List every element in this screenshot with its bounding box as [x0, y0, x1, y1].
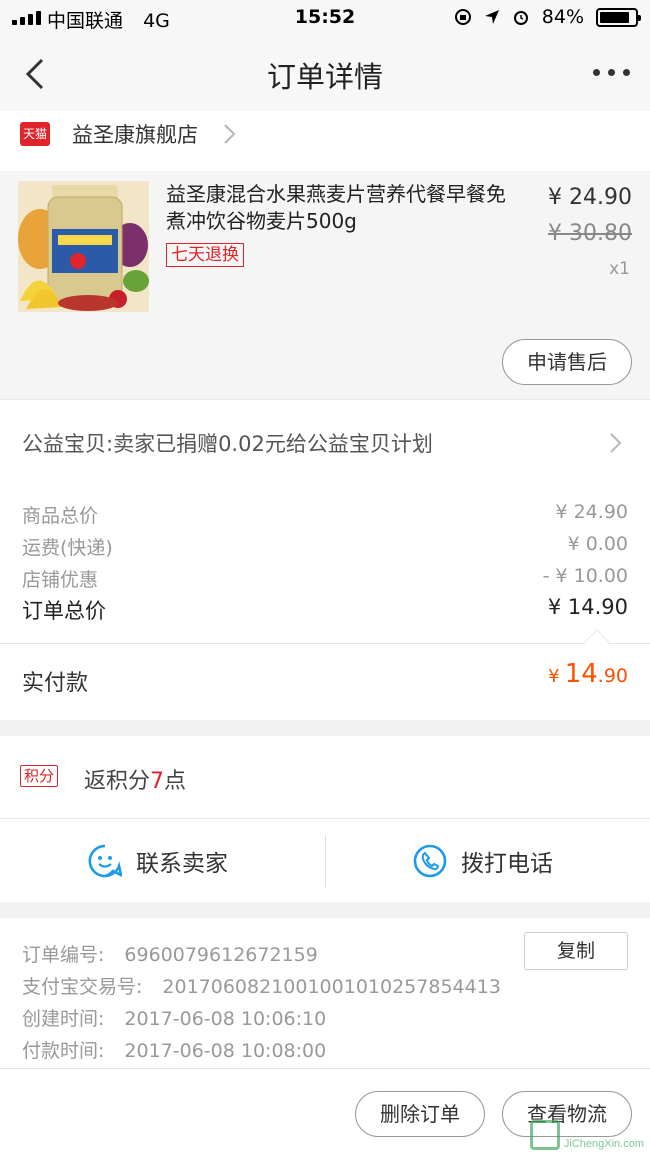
- points-suffix: 点: [164, 769, 187, 794]
- oatmeal-jar-picture: [18, 181, 149, 312]
- paid-decimal: .90: [597, 665, 628, 687]
- battery-percent: 84%: [541, 6, 584, 28]
- order-number-row: 订单编号: 6960079612672159: [22, 940, 318, 967]
- alipay-number-value: 2017060821001001010257854413: [162, 976, 501, 998]
- discount-value: - ¥ 10.00: [542, 565, 628, 587]
- bottom-action-bar: 删除订单 查看物流 JiChengXin.com: [0, 1068, 650, 1156]
- delete-order-button[interactable]: 删除订单: [355, 1091, 485, 1137]
- product-price: ¥ 24.90: [548, 185, 632, 210]
- points-prefix: 返积分: [84, 769, 151, 794]
- order-number-value: 6960079612672159: [124, 944, 318, 966]
- subtotal-value: ¥ 24.90: [555, 501, 628, 523]
- points-count: 7: [150, 769, 165, 794]
- chevron-right-icon: [610, 433, 622, 453]
- paid-amount: ¥ 14.90: [548, 659, 628, 689]
- created-time-row: 创建时间: 2017-06-08 10:06:10: [22, 1004, 326, 1031]
- location-icon: [484, 10, 499, 24]
- copy-button[interactable]: 复制: [524, 932, 628, 970]
- watermark-logo-icon: [529, 1120, 560, 1150]
- product-original-price: ¥ 30.80: [548, 221, 632, 246]
- battery-level: [600, 11, 629, 23]
- order-info: 订单编号: 6960079612672159 复制 支付宝交易号: 20170608…: [0, 918, 650, 1068]
- created-time-label: 创建时间:: [22, 1008, 105, 1030]
- divider-notch: [584, 629, 610, 655]
- phone-icon: [413, 844, 447, 878]
- alarm-icon: [513, 11, 528, 25]
- chevron-right-icon: [224, 124, 236, 144]
- page-title: 订单详情: [266, 60, 383, 94]
- summary-row-shipping: 运费(快递) ¥ 0.00: [22, 533, 628, 560]
- product-title: 益圣康混合水果燕麦片营养代餐早餐免煮冲饮谷物麦片500g: [166, 182, 506, 233]
- order-number-label: 订单编号:: [22, 944, 105, 966]
- return-policy-tag: 七天退换: [166, 243, 244, 267]
- contact-seller-button[interactable]: 联系卖家: [88, 819, 228, 903]
- paid-integer: 14: [564, 659, 598, 689]
- paid-time-value: 2017-06-08 10:08:00: [124, 1040, 327, 1062]
- contact-seller-label: 联系卖家: [136, 851, 228, 877]
- paid-label: 实付款: [22, 671, 89, 696]
- charity-text: 公益宝贝:卖家已捐赠0.02元给公益宝贝计划: [22, 432, 433, 456]
- product-image[interactable]: [18, 181, 149, 312]
- alipay-number-label: 支付宝交易号:: [22, 976, 143, 998]
- summary-row-total: 订单总价 ¥ 14.90: [22, 595, 628, 625]
- summary-row-subtotal: 商品总价 ¥ 24.90: [22, 501, 628, 528]
- created-time-value: 2017-06-08 10:06:10: [124, 1008, 327, 1030]
- shipping-label: 运费(快递): [22, 537, 113, 559]
- subtotal-label: 商品总价: [22, 505, 99, 527]
- shop-row[interactable]: 天猫 益圣康旗舰店: [0, 111, 650, 171]
- price-summary: 商品总价 ¥ 24.90 运费(快递) ¥ 0.00 店铺优惠 - ¥ 10.0…: [0, 487, 650, 720]
- call-label: 拨打电话: [461, 851, 553, 877]
- call-button[interactable]: 拨打电话: [413, 819, 553, 903]
- order-total-value: ¥ 14.90: [547, 595, 628, 619]
- points-text: 返积分7点: [84, 763, 186, 795]
- paid-time-row: 付款时间: 2017-06-08 10:08:00: [22, 1036, 326, 1063]
- rotation-lock-icon: [454, 9, 471, 25]
- product-quantity: x1: [609, 259, 630, 279]
- watermark: JiChengXin.com: [529, 1120, 644, 1150]
- vertical-divider: [325, 835, 326, 887]
- paid-time-label: 付款时间:: [22, 1040, 105, 1062]
- watermark-text: JiChengXin.com: [563, 1138, 644, 1150]
- tmall-badge: 天猫: [20, 122, 50, 146]
- more-icon[interactable]: [593, 69, 630, 76]
- after-sale-button[interactable]: 申请售后: [502, 339, 632, 385]
- status-right: 84%: [454, 6, 641, 28]
- navigation-bar: 订单详情: [0, 36, 650, 111]
- battery-icon: [596, 7, 641, 27]
- points-row: 积分 返积分7点: [0, 736, 650, 818]
- chat-icon: [88, 844, 122, 878]
- shipping-value: ¥ 0.00: [567, 533, 628, 555]
- charity-row[interactable]: 公益宝贝:卖家已捐赠0.02元给公益宝贝计划: [0, 399, 650, 487]
- alipay-number-row: 支付宝交易号: 2017060821001001010257854413: [22, 972, 501, 999]
- discount-label: 店铺优惠: [22, 569, 99, 591]
- points-badge: 积分: [20, 765, 59, 787]
- contact-bar: 联系卖家 拨打电话: [0, 818, 650, 902]
- product-card[interactable]: 益圣康混合水果燕麦片营养代餐早餐免煮冲饮谷物麦片500g 七天退换 ¥ 24.9…: [0, 171, 650, 399]
- shop-name: 益圣康旗舰店: [72, 123, 198, 147]
- summary-row-discount: 店铺优惠 - ¥ 10.00: [22, 565, 628, 592]
- paid-currency: ¥: [548, 666, 560, 687]
- status-bar: 中国联通 4G 15:52 84%: [0, 0, 650, 36]
- order-total-label: 订单总价: [22, 599, 106, 623]
- divider: [0, 643, 650, 644]
